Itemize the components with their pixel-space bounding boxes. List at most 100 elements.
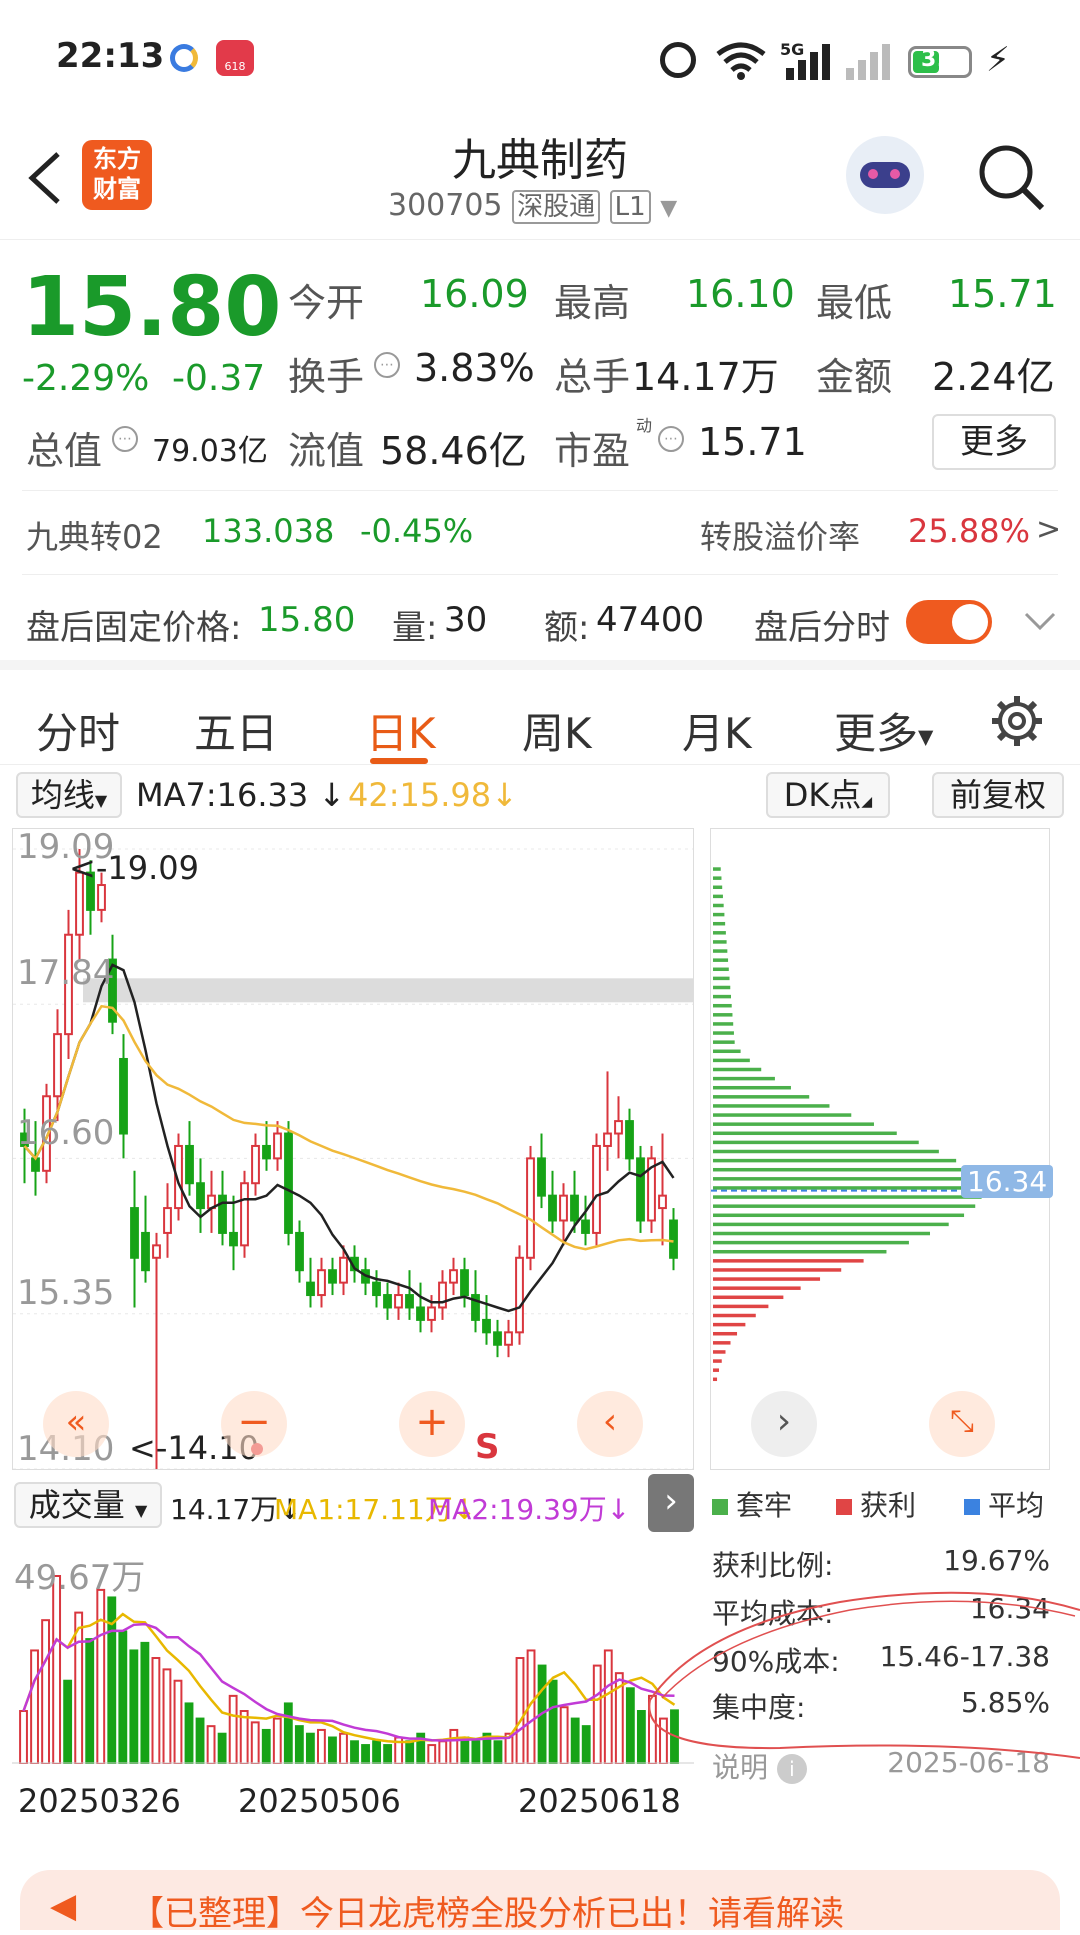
candle-body — [328, 1269, 337, 1284]
tab-weekly[interactable]: 周K — [522, 700, 592, 761]
stock-code-row[interactable]: 300705 深股通 L1 ▼ — [388, 186, 677, 226]
after-hours-toggle[interactable] — [906, 600, 992, 644]
adjust-button[interactable]: 前复权 — [932, 772, 1064, 818]
ma42-value: 42:15.98↓ — [348, 776, 518, 814]
search-icon[interactable] — [976, 142, 1046, 212]
candle-body — [427, 1306, 436, 1321]
candle-body — [97, 884, 106, 911]
low-value: 15.71 — [948, 272, 1057, 316]
candle-body — [152, 1244, 161, 1259]
ah-price: 15.80 — [258, 600, 356, 640]
open-value: 16.09 — [420, 272, 529, 316]
change-amt: -0.37 — [172, 358, 266, 399]
volume-bar — [118, 1630, 128, 1764]
legend-trapped-label: 套牢 — [736, 1489, 793, 1522]
battery-level: 31 — [921, 47, 952, 72]
candle-body — [526, 1157, 535, 1259]
stat-label: 获利比例: — [712, 1549, 834, 1582]
y-tick: 16.60 — [17, 1113, 115, 1153]
volume-bar — [294, 1725, 304, 1764]
chip-bar — [713, 1249, 887, 1254]
tab-intraday[interactable]: 分时 — [36, 700, 120, 761]
y-tick: 17.84 — [17, 953, 115, 993]
stat-value: 19.67% — [943, 1544, 1050, 1577]
chip-bar — [713, 1013, 733, 1017]
chip-next-button[interactable]: › — [751, 1391, 817, 1457]
chip-bar — [713, 903, 724, 908]
tab-active-indicator — [370, 758, 428, 764]
candle-body — [295, 1231, 304, 1272]
chip-bar — [713, 1286, 801, 1290]
chip-bar — [713, 1131, 897, 1136]
chip-bar — [713, 976, 730, 981]
chip-bar — [713, 1313, 756, 1318]
volume-controls: 成交量 ▼ 14.17万↓ MA1:17.11万↓ MA2:19.39万↓ › — [12, 1474, 694, 1534]
chip-bar — [713, 1149, 939, 1154]
news-banner[interactable]: ◀ 【已整理】今日龙虎榜全股分析已出！请看解读 — [20, 1870, 1060, 1934]
tab-more[interactable]: 更多▼ — [834, 700, 933, 761]
candle-body — [383, 1294, 392, 1309]
quote-panel: 15.80 -2.29% -0.37 今开 16.09 最高 16.10 最低 … — [0, 240, 1080, 660]
volume-bar — [151, 1657, 161, 1764]
volume-bar — [383, 1744, 393, 1764]
chip-bar — [713, 1304, 769, 1309]
zoom-back-button[interactable]: « — [43, 1391, 109, 1457]
volume-bar — [283, 1702, 293, 1764]
candle-body — [416, 1306, 425, 1321]
ah-price-label: 盘后固定价格: — [26, 608, 242, 648]
candle-body — [394, 1294, 403, 1309]
info-icon[interactable]: ⋯ — [112, 426, 138, 452]
legend-profit-label: 获利 — [860, 1489, 917, 1522]
zoom-in-button[interactable]: + — [399, 1391, 465, 1457]
ma-select[interactable]: 均线▼ — [16, 772, 122, 818]
tab-monthly[interactable]: 月K — [682, 700, 752, 761]
volume-next-button[interactable]: › — [648, 1474, 694, 1532]
volume-label: 总手 — [554, 355, 631, 399]
chip-bar — [713, 1104, 830, 1108]
more-quote-button[interactable]: 更多 — [932, 414, 1056, 470]
volume-bar — [96, 1588, 106, 1764]
pe-label: 市盈 — [554, 429, 631, 473]
volume-ma2-label: MA2:19.39万 — [428, 1493, 607, 1526]
info-icon[interactable]: ⋯ — [658, 426, 684, 452]
cb-premium-label: 转股溢价率 — [700, 518, 861, 556]
chip-bar — [713, 1040, 735, 1044]
volume-ma1-label: MA1:17.11万 — [274, 1493, 453, 1526]
ah-amt-label: 额: — [544, 608, 590, 648]
volume-bar — [217, 1732, 227, 1764]
scroll-left-button[interactable]: ‹ — [577, 1391, 643, 1457]
alarm-icon — [660, 42, 696, 78]
y-tick: 15.35 — [17, 1273, 115, 1313]
chip-bar — [713, 1113, 852, 1117]
info-icon[interactable]: ⋯ — [374, 352, 400, 378]
zoom-out-button[interactable]: − — [221, 1391, 287, 1457]
tag-market: 深股通 — [512, 190, 601, 224]
caret-down-icon: ▼ — [94, 791, 108, 810]
volume-max-label: 49.67万 — [14, 1558, 146, 1598]
chip-bar — [713, 1331, 738, 1336]
tab-five-day[interactable]: 五日 — [194, 700, 278, 761]
volume-bar — [361, 1744, 370, 1764]
chip-bar — [713, 1295, 784, 1300]
settings-gear-icon[interactable] — [990, 694, 1044, 748]
convertible-bond-row[interactable]: 九典转02 133.038 -0.45% 转股溢价率 25.88% > — [0, 492, 1080, 572]
cb-change: -0.45% — [360, 512, 474, 550]
volume-bar — [85, 1638, 95, 1764]
chip-distribution-chart[interactable]: 16.34 › ⤡ — [710, 828, 1054, 1470]
hand-drawn-annotation — [648, 1591, 1080, 1759]
expand-chevron-icon[interactable] — [1020, 602, 1060, 642]
volume-chart[interactable]: 49.67万 20250326 20250506 20250618 — [12, 1536, 694, 1820]
chip-bar — [713, 958, 729, 962]
expand-icon[interactable]: ⤡ — [929, 1391, 995, 1457]
dk-point-button[interactable]: DK点◢ — [766, 772, 890, 818]
candle-body — [405, 1294, 414, 1309]
chip-bar — [713, 1368, 720, 1372]
badge-618: 618 — [224, 60, 246, 73]
kline-chart[interactable]: 19.09 17.84 16.60 15.35 14.10 <-19.09 <-… — [12, 827, 694, 1470]
candle-body — [163, 1207, 172, 1234]
robot-assistant-icon[interactable] — [846, 136, 924, 214]
volume-select[interactable]: 成交量 ▼ — [14, 1482, 162, 1528]
ah-toggle-label: 盘后分时 — [754, 608, 890, 648]
chip-bar — [713, 1268, 842, 1272]
tab-daily[interactable]: 日K — [366, 700, 436, 761]
